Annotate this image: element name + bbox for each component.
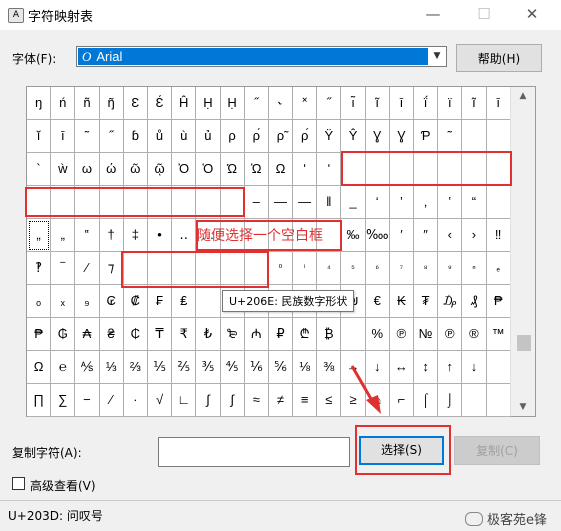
select-button[interactable]: 选择(S) — [359, 436, 444, 465]
wechat-bubble-icon — [465, 512, 483, 526]
status-text: U+203D: 问叹号 — [8, 509, 103, 523]
advanced-view-label[interactable]: 高级查看(V) — [30, 477, 96, 494]
copy-chars-input[interactable] — [158, 437, 350, 467]
status-bar: U+203D: 问叹号 极客苑e锋 — [0, 500, 561, 531]
watermark: 极客苑e锋 — [465, 509, 547, 528]
watermark-text: 极客苑e锋 — [487, 513, 547, 528]
copy-chars-label: 复制字符(A): — [12, 446, 82, 460]
copy-button[interactable]: 复制(C) — [454, 436, 540, 465]
advanced-view-checkbox[interactable] — [12, 477, 25, 490]
